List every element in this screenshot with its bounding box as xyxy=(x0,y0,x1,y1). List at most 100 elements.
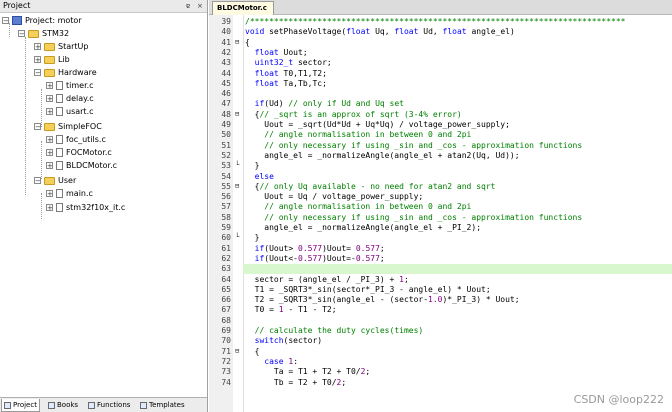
code-line[interactable]: else xyxy=(245,172,274,181)
project-panel: Project ɐ × − Project: motor − STM32 + Star… xyxy=(0,0,208,412)
line-number: 62 xyxy=(221,253,231,263)
code-line[interactable]: void setPhaseVoltage(float Uq, float Ud,… xyxy=(245,27,515,36)
fold-end-icon[interactable]: └ xyxy=(235,161,239,169)
tree-item-folder[interactable]: − User xyxy=(34,174,76,187)
project-panel-header: Project ɐ × xyxy=(0,0,207,13)
code-line[interactable]: T0 = 1 - T1 - T2; xyxy=(245,305,337,314)
fold-collapse-icon[interactable]: ⊟ xyxy=(235,38,239,46)
fold-collapse-icon[interactable]: ⊟ xyxy=(235,182,239,190)
pin-icon[interactable]: ɐ xyxy=(186,0,190,12)
code-line[interactable]: float T0,T1,T2; xyxy=(245,69,327,78)
code-line[interactable]: Ta = T1 + T2 + T0/2; xyxy=(245,367,370,376)
tab-templates[interactable]: Templates xyxy=(138,399,187,411)
editor-tab-bldcmotor[interactable]: BLDCMotor.c xyxy=(212,1,274,15)
line-number: 49 xyxy=(221,120,231,129)
tree-item-folder[interactable]: − Hardware xyxy=(34,66,97,79)
code-line[interactable]: if(Uout> 0.577)Uout= 0.577; xyxy=(245,244,385,253)
expand-icon[interactable]: + xyxy=(46,95,53,103)
collapse-icon[interactable]: − xyxy=(18,30,25,38)
tree-item-project[interactable]: − Project: motor xyxy=(2,14,82,27)
code-line[interactable]: // calculate the duty cycles(times) xyxy=(245,326,424,335)
code-line[interactable]: Uout = Uq / voltage_power_supply; xyxy=(245,192,423,201)
collapse-icon[interactable]: − xyxy=(2,17,9,25)
tree-item-file[interactable]: + timer.c xyxy=(46,79,94,92)
code-line[interactable]: Tb = T2 + T0/2; xyxy=(245,378,346,387)
code-line[interactable]: if(Ud) // only if Ud and Uq set xyxy=(245,99,404,108)
line-number: 52 xyxy=(221,150,231,160)
code-line[interactable]: angle_el = _normalizeAngle(angle_el + _P… xyxy=(245,223,481,232)
code-line[interactable]: T1 = _SQRT3*_sin(sector*_PI_3 - angle_el… xyxy=(245,285,491,294)
line-number: 51 xyxy=(221,140,231,150)
line-number: 74 xyxy=(221,377,231,387)
tab-project[interactable]: Project xyxy=(1,399,40,412)
project-panel-title: Project xyxy=(3,1,31,10)
fold-end-icon[interactable]: └ xyxy=(235,233,239,241)
code-line[interactable]: } xyxy=(245,161,260,170)
tree-item-file[interactable]: + usart.c xyxy=(46,105,94,118)
line-number: 41 xyxy=(221,37,231,47)
code-line[interactable]: { xyxy=(245,38,250,47)
code-line[interactable]: /***************************************… xyxy=(245,17,626,26)
line-number: 44 xyxy=(221,68,231,78)
line-number: 71 xyxy=(221,346,231,356)
line-number: 55 xyxy=(221,181,231,191)
code-line[interactable]: // angle normalisation in between 0 and … xyxy=(245,130,471,139)
collapse-icon[interactable]: − xyxy=(34,177,41,185)
code-line[interactable]: uint32_t sector; xyxy=(245,58,332,67)
code-line[interactable]: if(Uout<-0.577)Uout=-0.577; xyxy=(245,254,385,263)
tree-item-folder[interactable]: + StartUp xyxy=(34,40,88,53)
collapse-icon[interactable]: − xyxy=(34,69,41,77)
tree-item-folder[interactable]: − STM32 xyxy=(18,27,69,40)
line-number: 42 xyxy=(221,47,231,57)
expand-icon[interactable]: + xyxy=(46,190,53,198)
code-line[interactable]: Uout = _sqrt(Ud*Ud + Uq*Uq) / voltage_po… xyxy=(245,120,510,129)
expand-icon[interactable]: + xyxy=(46,149,53,157)
fold-collapse-icon[interactable]: ⊟ xyxy=(235,347,239,355)
code-line[interactable]: T2 = _SQRT3*_sin(angle_el - (sector-1.0)… xyxy=(245,295,520,304)
line-number: 69 xyxy=(221,326,231,335)
fold-collapse-icon[interactable]: ⊟ xyxy=(235,110,239,118)
code-line[interactable]: {// only Uq available - no need for atan… xyxy=(245,182,496,191)
expand-icon[interactable]: + xyxy=(46,108,53,116)
tab-books[interactable]: Books xyxy=(46,399,80,411)
code-line[interactable]: float Ta,Tb,Tc; xyxy=(245,79,327,88)
line-number: 56 xyxy=(221,192,231,202)
tree-item-file[interactable]: + foc_utils.c xyxy=(46,133,106,146)
expand-icon[interactable]: + xyxy=(46,82,53,90)
tab-functions[interactable]: Functions xyxy=(86,399,132,411)
code-line[interactable]: case 1: xyxy=(245,357,298,366)
collapse-icon[interactable]: − xyxy=(34,123,41,131)
code-line[interactable]: { xyxy=(245,347,260,356)
code-line[interactable]: sector = (angle_el / _PI_3) + 1; xyxy=(245,275,409,284)
file-icon xyxy=(56,135,63,144)
expand-icon[interactable]: + xyxy=(46,136,53,144)
expand-icon[interactable]: + xyxy=(46,162,53,170)
line-number: 72 xyxy=(221,356,231,366)
code-line[interactable]: {// _sqrt is an approx of sqrt (3-4% err… xyxy=(245,110,462,119)
code-line[interactable]: angle_el = _normalizeAngle(angle_el + at… xyxy=(245,151,519,160)
line-number: 40 xyxy=(221,27,231,37)
code-line[interactable]: // only necessary if using _sin and _cos… xyxy=(245,213,582,222)
folder-icon xyxy=(44,176,55,185)
line-number: 54 xyxy=(221,171,231,181)
code-line[interactable]: float Uout; xyxy=(245,48,308,57)
project-tree: − Project: motor − STM32 + StartUp + Lib − Ha… xyxy=(0,13,207,393)
code-line[interactable]: } xyxy=(245,233,260,242)
tree-item-file[interactable]: + BLDCMotor.c xyxy=(46,159,117,172)
expand-icon[interactable]: + xyxy=(34,43,41,51)
line-number: 53 xyxy=(221,161,231,171)
line-number: 70 xyxy=(221,336,231,346)
tree-item-file[interactable]: + stm32f10x_it.c xyxy=(46,201,125,214)
tree-item-file[interactable]: + main.c xyxy=(46,187,93,200)
code-editor[interactable]: BLDCMotor.c 39 /*************************… xyxy=(209,0,672,412)
tree-item-folder[interactable]: − SimpleFOC xyxy=(34,120,102,133)
code-line[interactable]: // angle normalisation in between 0 and … xyxy=(245,202,471,211)
close-icon[interactable]: × xyxy=(197,0,203,12)
tree-item-file[interactable]: + delay.c xyxy=(46,92,94,105)
expand-icon[interactable]: + xyxy=(46,204,53,212)
expand-icon[interactable]: + xyxy=(34,56,41,64)
tree-item-folder[interactable]: + Lib xyxy=(34,53,70,66)
code-line[interactable]: switch(sector) xyxy=(245,336,322,345)
code-line[interactable]: // only necessary if using _sin and _cos… xyxy=(245,141,582,150)
tree-item-file[interactable]: + FOCMotor.c xyxy=(46,146,112,159)
